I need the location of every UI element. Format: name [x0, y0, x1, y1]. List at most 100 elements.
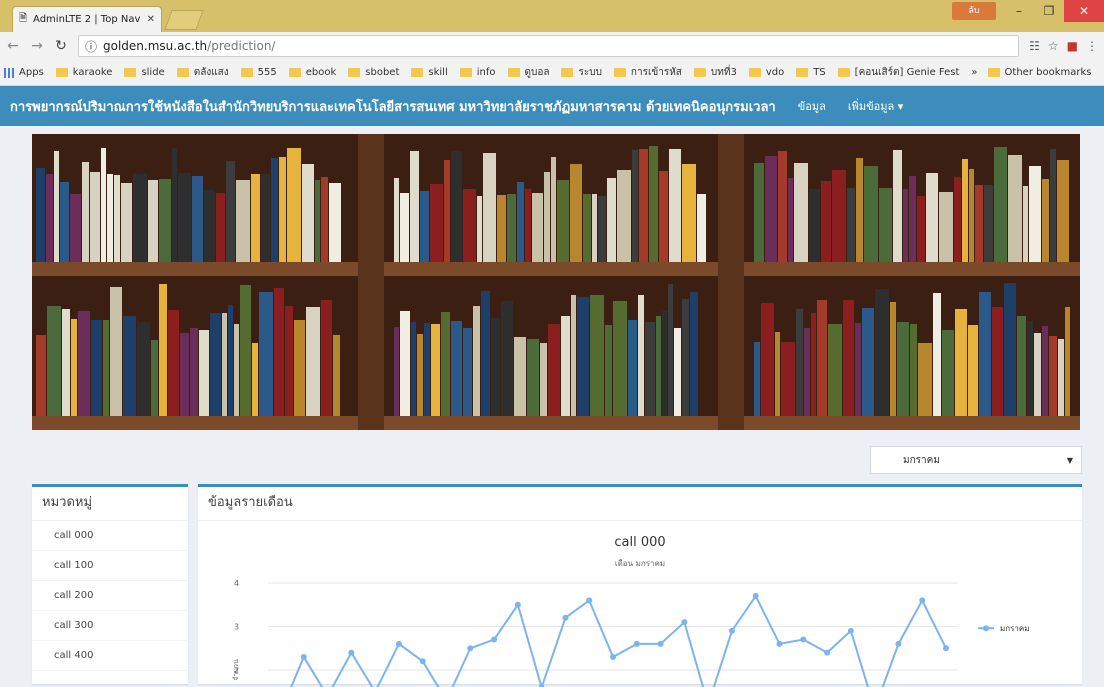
book-spine — [605, 325, 612, 416]
book-spine — [148, 180, 158, 262]
browser-tab[interactable]: 🗎 AdminLTE 2 | Top Naviga ✕ — [12, 6, 162, 32]
nav-link-data[interactable]: ข้อมูล — [798, 97, 826, 115]
profile-badge[interactable]: ลับ — [952, 2, 996, 20]
bookmark-label: info — [476, 67, 496, 78]
bookmark-item[interactable]: ebook — [288, 67, 336, 78]
menu-icon[interactable]: ⋮ — [1086, 39, 1098, 53]
nav-link-add-dropdown[interactable]: เพิ่มข้อมูล ▾ — [848, 97, 903, 115]
book-spine — [251, 174, 260, 262]
bookmark-item[interactable]: ระบบ — [561, 65, 602, 80]
bookmark-item[interactable]: info — [459, 67, 496, 78]
folder-icon — [288, 68, 301, 77]
book-spine — [1057, 160, 1069, 262]
bookmark-item[interactable]: [คอนเสิร์ต] Genie Fest — [837, 65, 959, 80]
bookmark-item[interactable]: ตลังแสง — [176, 65, 229, 80]
shelf — [32, 262, 1080, 276]
star-icon[interactable]: ☆ — [1048, 39, 1059, 53]
book-spine — [639, 149, 648, 262]
bookmark-item[interactable]: karaoke — [55, 67, 112, 78]
bookmarks-bar: Apps karaoke slide ตลังแสง 555 ebook sbobet ski… — [0, 60, 1104, 86]
book-spine — [420, 191, 429, 262]
category-item[interactable]: call 000 — [32, 521, 188, 551]
site-brand[interactable]: การพยากรณ์ปริมาณการใช้หนังสือในสำนักวิทย… — [10, 96, 776, 117]
book-spine — [939, 192, 953, 262]
book-spine — [926, 173, 938, 262]
book-spine — [133, 174, 147, 262]
data-point — [514, 601, 521, 608]
book-spine — [668, 284, 673, 416]
data-point — [491, 636, 498, 643]
category-item[interactable]: call 300 — [32, 611, 188, 641]
book-spine — [259, 292, 273, 416]
book-spine — [968, 325, 978, 416]
bookmark-item[interactable]: skill — [411, 67, 448, 78]
folder-icon — [411, 68, 424, 77]
book-spine — [321, 300, 332, 416]
month-select[interactable]: มกราคม ▼ — [870, 446, 1082, 474]
book-spine — [890, 302, 896, 416]
book-spine — [917, 196, 925, 262]
minimize-icon[interactable]: – — [1004, 0, 1034, 22]
category-item[interactable]: call 400 — [32, 641, 188, 671]
book-spine — [294, 320, 305, 416]
data-point — [681, 619, 688, 626]
category-item[interactable]: call 100 — [32, 551, 188, 581]
book-spine — [60, 182, 69, 262]
book-spine — [617, 170, 631, 262]
book-spine — [540, 343, 547, 416]
book-spine — [570, 164, 582, 262]
book-spine — [903, 189, 908, 262]
other-bookmarks[interactable]: Other bookmarks — [987, 67, 1091, 78]
bookmark-label: การเข้ารหัส — [630, 67, 682, 78]
bookmark-item[interactable]: การเข้ารหัส — [613, 65, 682, 80]
translate-icon[interactable]: ☷ — [1029, 39, 1040, 53]
book-spine — [632, 150, 638, 262]
reload-icon[interactable]: ↻ — [54, 38, 68, 54]
bookmark-item[interactable]: 555 — [240, 67, 277, 78]
book-spine — [306, 307, 320, 416]
bookmark-item[interactable]: TS — [796, 67, 826, 78]
more-bookmarks-button[interactable]: » — [971, 67, 977, 78]
data-point — [562, 614, 569, 621]
monthly-data-panel: ข้อมูลรายเดือน call 000 เดือน มกราคม 234… — [198, 484, 1082, 687]
close-tab-icon[interactable]: ✕ — [147, 14, 155, 25]
book-spine — [178, 173, 191, 262]
book-spine — [210, 313, 221, 416]
bookmark-item[interactable]: sbobet — [348, 67, 399, 78]
book-spine — [473, 306, 480, 416]
close-window-icon[interactable]: ✕ — [1064, 0, 1104, 22]
category-item[interactable]: call 200 — [32, 581, 188, 611]
book-spine — [234, 324, 239, 416]
extension-icon[interactable]: ■ — [1067, 39, 1078, 53]
book-spine — [656, 316, 661, 416]
book-spine — [955, 309, 967, 416]
book-spine — [628, 320, 637, 416]
new-tab-button[interactable] — [164, 10, 204, 30]
book-spine — [645, 322, 655, 416]
bookmark-item[interactable]: บทที่3 — [693, 65, 737, 80]
book-spine — [817, 300, 827, 416]
book-spine — [400, 193, 409, 262]
bookmark-label: ตลังแสง — [193, 67, 229, 78]
maximize-icon[interactable]: ❐ — [1034, 0, 1064, 22]
book-spine — [1065, 307, 1070, 416]
bookmarks-overflow: » Other bookmarks — [971, 67, 1103, 78]
book-spine — [82, 162, 89, 262]
bookmark-item[interactable]: ดูบอล — [507, 65, 549, 80]
forward-icon[interactable]: → — [30, 38, 44, 54]
book-spine — [501, 301, 513, 416]
bookmark-item[interactable]: vdo — [748, 67, 784, 78]
book-spine — [110, 287, 122, 416]
book-spine — [1042, 179, 1049, 262]
book-spine — [417, 334, 423, 416]
book-spine — [992, 307, 1003, 416]
book-spine — [71, 319, 77, 416]
apps-bookmark[interactable]: Apps — [4, 67, 44, 78]
book-spine — [240, 285, 251, 416]
back-icon[interactable]: ← — [6, 38, 20, 54]
info-icon[interactable]: ⓘ — [85, 38, 97, 55]
bookmark-item[interactable]: slide — [124, 67, 165, 78]
site-navbar: การพยากรณ์ปริมาณการใช้หนังสือในสำนักวิทย… — [0, 86, 1104, 126]
url-input[interactable]: ⓘ golden.msu.ac.th/prediction/ — [78, 35, 1020, 57]
book-spine — [180, 333, 189, 416]
